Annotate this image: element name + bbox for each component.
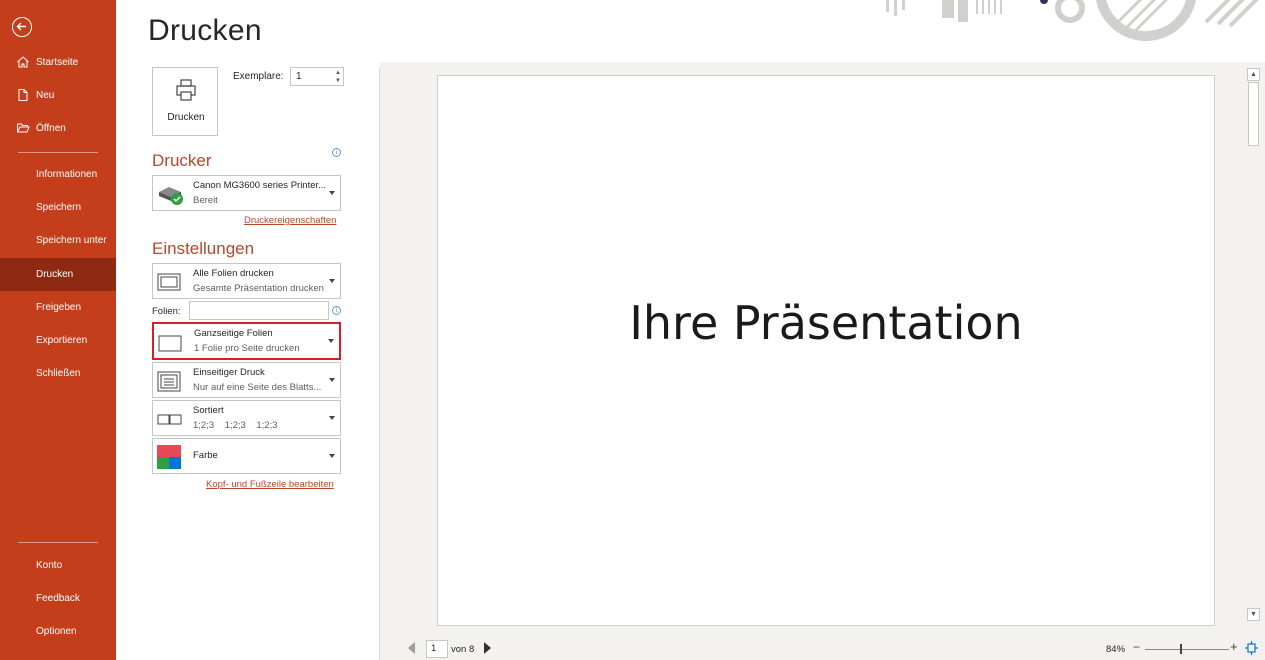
zoom-slider-thumb[interactable]	[1180, 644, 1182, 654]
sidebar-item-label: Speichern unter	[36, 235, 107, 246]
collation-subtitle: 1;2;3 1;2;3 1;2;3	[193, 420, 278, 431]
printer-icon	[176, 79, 196, 101]
zoom-in-icon[interactable]: +	[1230, 639, 1238, 654]
sidebar-item-optionen[interactable]: Optionen	[0, 615, 116, 648]
sidebar-item-exportieren[interactable]: Exportieren	[0, 324, 116, 357]
sidebar-item-label: Schließen	[36, 368, 81, 379]
printer-heading: Drucker	[152, 151, 212, 170]
info-icon[interactable]: i	[332, 148, 341, 157]
slides-range-dropdown[interactable]: Alle Folien drucken Gesamte Präsentation…	[152, 263, 341, 299]
folder-open-icon	[17, 123, 30, 133]
copies-label: Exemplare:	[233, 71, 284, 82]
sidebar-item-label: Speichern	[36, 202, 82, 213]
print-backstage-main: Drucken Drucken Exemplare: 1 ▲ ▼ Drucker…	[116, 0, 1265, 660]
sidebar-item-freigeben[interactable]: Freigeben	[0, 291, 116, 324]
copies-value: 1	[296, 71, 302, 82]
printer-name: Canon MG3600 series Printer...	[193, 180, 327, 191]
sidebar-item-label: Freigeben	[36, 302, 82, 313]
sidebar-item-feedback[interactable]: Feedback	[0, 582, 116, 615]
dropdown-arrow-icon	[329, 416, 335, 420]
full-page-slide-icon	[158, 335, 182, 352]
printer-status: Bereit	[193, 195, 218, 206]
sidebar-item-label: Neu	[36, 90, 55, 101]
layout-title: Ganzseitige Folien	[194, 328, 273, 339]
sidebar-item-label: Drucken	[36, 269, 74, 280]
preview-scrollbar[interactable]: ▲ ▼	[1247, 68, 1260, 621]
print-button-label: Drucken	[167, 112, 205, 123]
sidebar-item-speichern[interactable]: Speichern	[0, 191, 116, 224]
print-sides-subtitle: Nur auf eine Seite des Blatts...	[193, 382, 322, 393]
page-number-input[interactable]: 1	[426, 640, 448, 658]
page-title: Drucken	[148, 14, 262, 47]
collated-icon	[157, 414, 182, 425]
color-title: Farbe	[193, 450, 218, 461]
zoom-level[interactable]: 84%	[1106, 644, 1125, 655]
settings-heading: Einstellungen	[152, 239, 255, 258]
fit-to-window-icon[interactable]	[1245, 641, 1258, 655]
sidebar-item-label: Feedback	[36, 593, 80, 604]
slides-range-subtitle: Gesamte Präsentation drucken	[193, 283, 324, 294]
sidebar-item-label: Öffnen	[36, 123, 66, 134]
sidebar-item-oeffnen[interactable]: Öffnen	[0, 112, 116, 145]
sidebar-item-label: Konto	[36, 560, 63, 571]
sidebar-item-label: Exportieren	[36, 335, 88, 346]
color-dropdown[interactable]: Farbe	[152, 438, 341, 474]
sidebar-item-label: Optionen	[36, 626, 77, 637]
sidebar-item-neu[interactable]: Neu	[0, 79, 116, 112]
dropdown-arrow-icon	[329, 454, 335, 458]
sidebar-item-startseite[interactable]: Startseite	[0, 46, 116, 79]
scroll-up-icon[interactable]: ▲	[1247, 68, 1260, 81]
sidebar-item-konto[interactable]: Konto	[0, 549, 116, 582]
printer-ready-icon	[159, 187, 183, 205]
sidebar-separator	[18, 542, 98, 543]
sidebar-item-informationen[interactable]: Informationen	[0, 158, 116, 191]
dropdown-arrow-icon	[329, 191, 335, 195]
copies-stepper[interactable]: 1 ▲ ▼	[290, 67, 344, 86]
decorative-pattern-icon	[886, 0, 1259, 41]
backstage-sidebar: Startseite Neu Öffnen Informationen Spei…	[0, 0, 116, 660]
print-sides-dropdown[interactable]: Einseitiger Druck Nur auf eine Seite des…	[152, 362, 341, 398]
sidebar-item-label: Informationen	[36, 169, 98, 180]
color-swatch-icon	[157, 445, 181, 469]
layout-subtitle: 1 Folie pro Seite drucken	[194, 343, 300, 354]
scrollbar-thumb[interactable]	[1248, 82, 1259, 146]
next-page-icon[interactable]	[483, 642, 491, 654]
slides-input-label: Folien:	[152, 306, 181, 317]
home-icon	[17, 56, 29, 68]
slides-range-title: Alle Folien drucken	[193, 268, 274, 279]
sidebar-item-speichern-unter[interactable]: Speichern unter	[0, 224, 116, 257]
dropdown-arrow-icon	[329, 279, 335, 283]
printer-dropdown[interactable]: Canon MG3600 series Printer... Bereit	[152, 175, 341, 211]
page-count: von 8	[451, 644, 475, 655]
printer-properties-link[interactable]: Druckereigenschaften	[244, 215, 336, 226]
single-sided-icon	[157, 371, 181, 392]
sidebar-item-schliessen[interactable]: Schließen	[0, 357, 116, 390]
sidebar-item-drucken[interactable]: Drucken	[0, 258, 116, 291]
slide-title: Ihre Präsentation	[629, 296, 1023, 350]
slide-preview: Ihre Präsentation	[437, 75, 1215, 626]
slides-input[interactable]	[189, 301, 329, 320]
chevron-down-icon[interactable]: ▼	[335, 78, 341, 84]
chevron-up-icon[interactable]: ▲	[335, 70, 341, 76]
all-slides-icon	[157, 273, 181, 291]
collation-dropdown[interactable]: Sortiert 1;2;3 1;2;3 1;2;3	[152, 400, 341, 436]
back-arrow-icon[interactable]	[12, 17, 32, 37]
layout-dropdown[interactable]: Ganzseitige Folien 1 Folie pro Seite dru…	[152, 322, 341, 360]
new-document-icon	[18, 89, 28, 101]
sidebar-separator	[18, 152, 98, 153]
scroll-down-icon[interactable]: ▼	[1247, 608, 1260, 621]
previous-page-icon[interactable]	[408, 642, 416, 654]
zoom-slider[interactable]	[1145, 649, 1229, 650]
header-footer-link[interactable]: Kopf- und Fußzeile bearbeiten	[206, 479, 334, 490]
dropdown-arrow-icon	[329, 378, 335, 382]
collation-title: Sortiert	[193, 405, 224, 416]
zoom-out-icon[interactable]: −	[1133, 640, 1140, 654]
print-sides-title: Einseitiger Druck	[193, 367, 265, 378]
info-icon[interactable]: i	[332, 306, 341, 315]
print-button[interactable]: Drucken	[152, 67, 218, 136]
sidebar-item-label: Startseite	[36, 57, 79, 68]
dropdown-arrow-icon	[328, 339, 334, 343]
